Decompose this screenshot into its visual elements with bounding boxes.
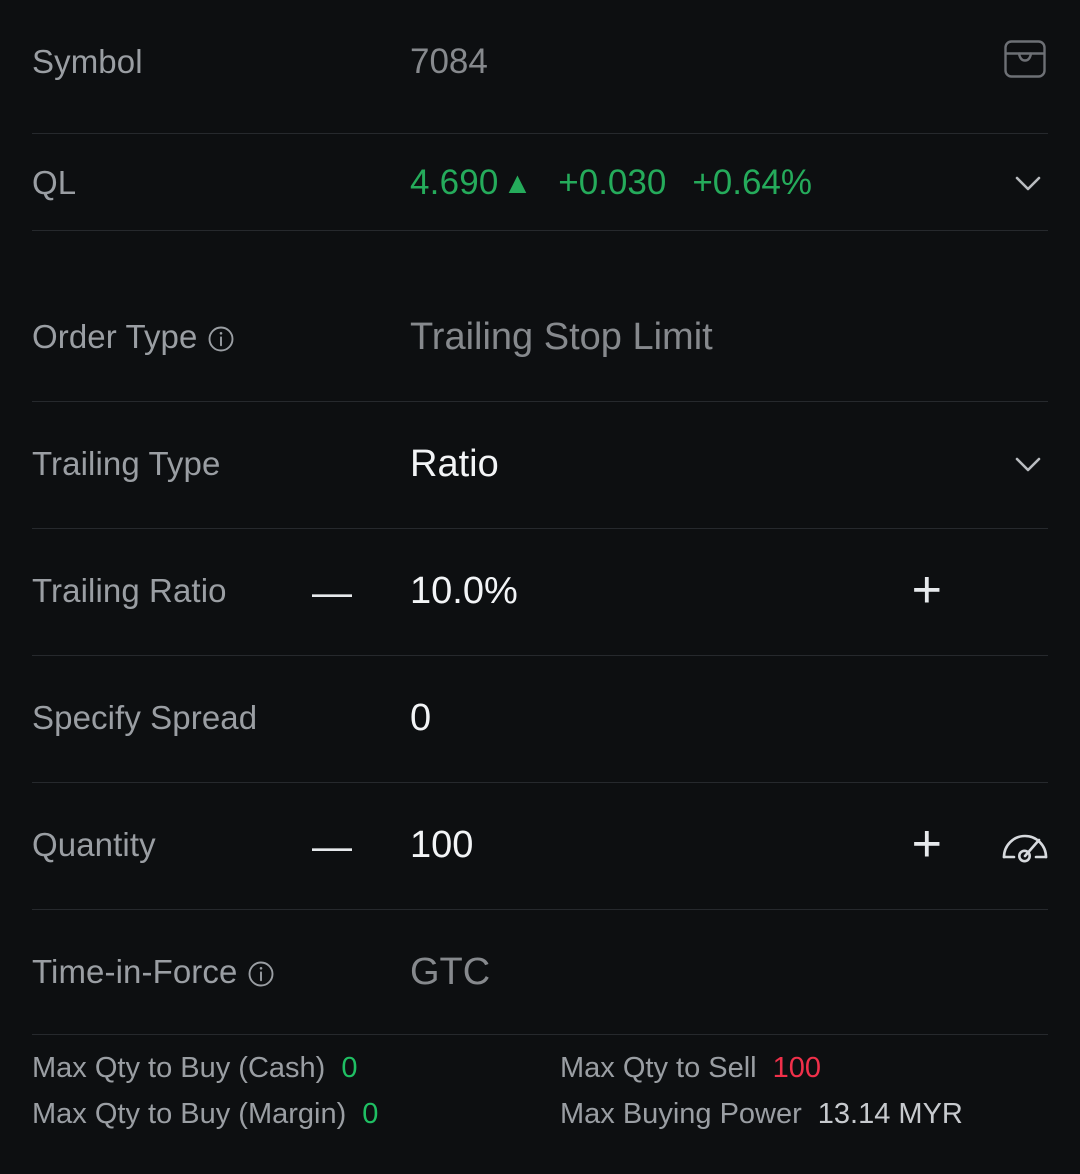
order-type-value[interactable]: Trailing Stop Limit [410,316,713,359]
order-type-label: Order Type [0,318,235,356]
divider-7 [32,909,1048,910]
max-buying-power: Max Buying Power 13.14 MYR [560,1098,963,1131]
symbol-value[interactable]: 7084 [410,42,488,82]
quote-values: 4.690 ▲ +0.030 +0.64% [410,163,812,203]
max-qty-buy-margin-label: Max Qty to Buy (Margin) [32,1098,347,1130]
order-entry-panel: Symbol 7084 QL 4.690 ▲ +0.030 +0.64% Ord… [0,0,1080,1174]
order-summary-footer: Max Qty to Buy (Cash) 0 Max Qty to Sell … [0,1052,1080,1144]
max-qty-buy-cash-label: Max Qty to Buy (Cash) [32,1052,326,1084]
max-qty-buy-margin: Max Qty to Buy (Margin) 0 [32,1098,378,1131]
arrow-up-icon: ▲ [502,167,533,200]
footer-line-1: Max Qty to Buy (Cash) 0 Max Qty to Sell … [0,1052,1080,1098]
divider-1 [32,133,1048,134]
trailing-type-label: Trailing Type [32,445,221,482]
divider-6 [32,782,1048,783]
quote-price: 4.690 [410,163,499,202]
symbol-label: Symbol [32,43,143,80]
trailing-ratio-row[interactable]: Trailing Ratio — 10.0% + [0,564,1080,617]
max-qty-buy-cash-value: 0 [341,1052,358,1084]
trailing-ratio-label: Trailing Ratio [32,572,227,609]
chevron-down-icon-quote[interactable] [1008,163,1048,203]
max-qty-buy-margin-value: 0 [362,1098,379,1130]
time-in-force-row[interactable]: Time-in-Force GTC [0,946,1080,998]
info-icon-time-in-force[interactable] [247,960,275,988]
divider-8 [32,1034,1048,1035]
max-buying-power-label: Max Buying Power [560,1098,802,1130]
gauge-icon[interactable] [1000,823,1050,867]
max-qty-sell-label: Max Qty to Sell [560,1052,757,1084]
archive-box-icon[interactable] [1002,36,1048,82]
divider-2 [32,230,1048,231]
max-buying-power-value: 13.14 MYR [817,1098,963,1130]
specify-spread-row[interactable]: Specify Spread 0 [0,692,1080,744]
specify-spread-value[interactable]: 0 [410,697,431,740]
trailing-ratio-decrement-button[interactable]: — [312,573,352,613]
trailing-ratio-value[interactable]: 10.0% [410,570,518,613]
quote-change: +0.030 [558,163,667,202]
specify-spread-label: Specify Spread [32,699,258,736]
time-in-force-value[interactable]: GTC [410,951,490,994]
max-qty-sell: Max Qty to Sell 100 [560,1052,821,1085]
info-icon-order-type[interactable] [207,325,235,353]
quantity-increment-button[interactable]: + [912,818,942,870]
trailing-type-row[interactable]: Trailing Type Ratio [0,438,1080,490]
time-in-force-label-text: Time-in-Force [32,953,238,990]
divider-5 [32,655,1048,656]
trailing-type-value[interactable]: Ratio [410,443,499,486]
divider-4 [32,528,1048,529]
order-type-row[interactable]: Order Type Trailing Stop Limit [0,311,1080,363]
quantity-label: Quantity [32,826,156,863]
quote-change-percent: +0.64% [692,163,813,202]
max-qty-buy-cash: Max Qty to Buy (Cash) 0 [32,1052,357,1085]
max-qty-sell-value: 100 [772,1052,822,1084]
symbol-row[interactable]: Symbol 7084 [0,36,1080,88]
divider-3 [32,401,1048,402]
quote-row[interactable]: QL 4.690 ▲ +0.030 +0.64% [0,157,1080,209]
time-in-force-label: Time-in-Force [0,953,275,991]
order-type-label-text: Order Type [32,318,198,355]
quantity-decrement-button[interactable]: — [312,827,352,867]
trailing-ratio-increment-button[interactable]: + [912,564,942,616]
chevron-down-icon-trailing-type[interactable] [1008,444,1048,484]
quote-label: QL [32,164,77,201]
quantity-row[interactable]: Quantity — 100 + [0,818,1080,871]
footer-line-2: Max Qty to Buy (Margin) 0 Max Buying Pow… [0,1098,1080,1144]
quantity-value[interactable]: 100 [410,824,473,867]
